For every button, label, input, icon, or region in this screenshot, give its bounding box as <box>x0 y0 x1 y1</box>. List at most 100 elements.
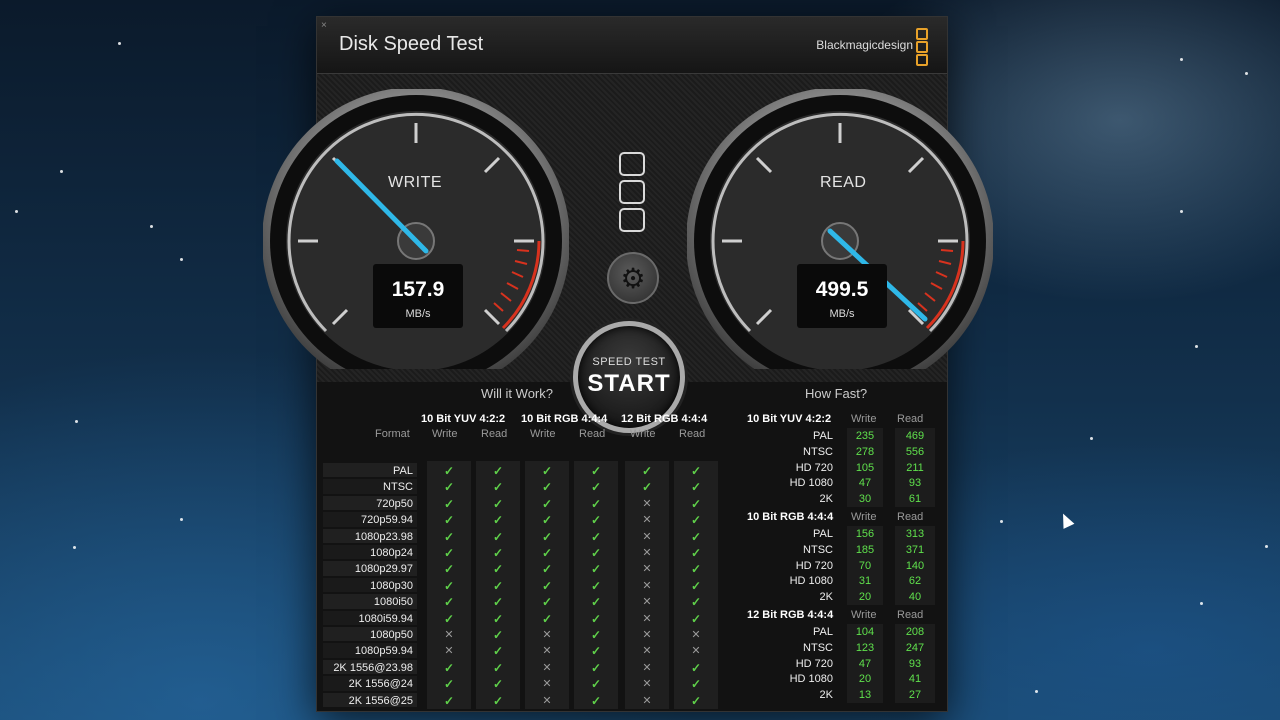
write-readout: 157.9 MB/s <box>373 264 463 328</box>
sub-column-header: Read <box>579 428 606 440</box>
cross-icon: ✕ <box>642 612 652 625</box>
check-icon: ✓ <box>492 480 504 495</box>
check-icon: ✓ <box>492 529 504 544</box>
format-row-label: 1080i50 <box>373 596 413 609</box>
cross-icon: ✕ <box>642 661 652 674</box>
write-fps-value: 20 <box>858 673 872 686</box>
star <box>180 258 183 261</box>
check-icon: ✓ <box>541 464 553 478</box>
format-row-label: 1080p50 <box>370 629 413 641</box>
check-icon: ✓ <box>541 496 553 511</box>
speed-row-label: HD 1080 <box>789 673 833 686</box>
sub-column-header: Write <box>630 428 656 440</box>
blackmagic-logo-icon <box>916 28 928 67</box>
check-icon: ✓ <box>541 578 553 593</box>
write-label: WRITE <box>388 174 443 191</box>
write-fps-value: 47 <box>858 477 872 490</box>
sub-column-header: Write <box>432 428 458 440</box>
star <box>150 225 153 228</box>
check-icon: ✓ <box>590 513 602 528</box>
check-icon: ✓ <box>492 513 504 528</box>
write-fps-value: 20 <box>858 591 872 604</box>
write-column-header: Write <box>851 511 877 523</box>
write-fps-value: 13 <box>858 689 872 702</box>
speed-row-label: HD 720 <box>795 657 833 670</box>
write-fps-value: 30 <box>858 493 872 506</box>
check-icon: ✓ <box>690 464 702 478</box>
check-icon: ✓ <box>443 480 455 495</box>
star <box>73 546 76 549</box>
check-icon: ✓ <box>492 578 504 593</box>
format-row-label: PAL <box>393 465 413 477</box>
check-icon: ✓ <box>541 595 553 610</box>
write-gauge: WRITE 157.9 MB/s <box>262 87 570 395</box>
cross-icon: ✕ <box>542 678 552 691</box>
cross-icon: ✕ <box>642 530 652 543</box>
check-icon: ✓ <box>690 578 702 593</box>
speed-group-header: 10 Bit YUV 4:2:2 <box>747 413 832 425</box>
check-icon: ✓ <box>690 660 702 675</box>
read-column-header: Read <box>897 609 924 621</box>
star <box>1180 58 1183 61</box>
star <box>1090 437 1093 440</box>
check-icon: ✓ <box>492 546 504 560</box>
settings-gear-icon[interactable]: ⚙ <box>607 252 659 304</box>
cross-icon: ✕ <box>444 629 454 641</box>
cross-icon: ✕ <box>691 629 701 641</box>
star <box>60 170 63 173</box>
start-button-caption: SPEED TEST <box>592 356 666 368</box>
check-icon: ✓ <box>492 660 504 675</box>
close-icon[interactable]: × <box>321 20 327 31</box>
title-bar[interactable]: × Disk Speed Test Blackmagicdesign <box>317 17 947 74</box>
read-fps-value: 208 <box>905 626 925 638</box>
write-fps-value: 70 <box>858 559 872 572</box>
read-fps-value: 93 <box>908 477 922 490</box>
check-icon: ✓ <box>641 464 653 478</box>
check-icon: ✓ <box>492 595 504 610</box>
read-column-header: Read <box>897 511 924 523</box>
format-row-label: 1080p30 <box>370 579 413 592</box>
disk-speed-test-window: × Disk Speed Test Blackmagicdesign WRITE… <box>262 16 994 712</box>
star <box>118 42 121 45</box>
check-icon: ✓ <box>492 677 504 692</box>
write-column-header: Write <box>851 609 877 621</box>
cross-icon: ✕ <box>542 694 552 707</box>
write-speed-value: 157.9 <box>391 278 445 301</box>
read-readout: 499.5 MB/s <box>797 264 887 328</box>
check-icon: ✓ <box>690 546 702 560</box>
format-row-label: 1080p24 <box>370 547 413 559</box>
read-fps-value: 40 <box>908 591 922 604</box>
speed-row-label: HD 1080 <box>789 477 833 490</box>
check-icon: ✓ <box>590 611 602 626</box>
read-fps-value: 27 <box>908 689 922 702</box>
write-fps-value: 104 <box>855 626 875 638</box>
how-fast-table: 10 Bit YUV 4:2:2 Write Read PAL 235 469 NTSC 27… <box>735 407 945 707</box>
check-icon: ✓ <box>590 529 602 544</box>
cross-icon: ✕ <box>642 497 652 510</box>
check-icon: ✓ <box>690 677 702 692</box>
check-icon: ✓ <box>541 611 553 626</box>
write-fps-value: 278 <box>855 445 875 458</box>
check-icon: ✓ <box>590 562 602 577</box>
speed-row-label: NTSC <box>803 445 833 458</box>
check-icon: ✓ <box>492 464 504 478</box>
format-row-label: 1080p59.94 <box>354 645 413 658</box>
format-row-label: 2K 1556@23.98 <box>333 661 413 674</box>
sub-column-header: Write <box>530 428 556 440</box>
speed-row-label: PAL <box>813 430 833 442</box>
check-icon: ✓ <box>443 546 455 560</box>
speed-group-header: 12 Bit RGB 4:4:4 <box>747 609 834 621</box>
check-icon: ✓ <box>541 529 553 544</box>
read-fps-value: 371 <box>905 543 925 556</box>
meter-panel: WRITE 157.9 MB/s READ 499.5 MB/s ⚙ SPEED… <box>262 74 994 433</box>
blackmagic-center-logo-icon <box>619 152 645 236</box>
read-fps-value: 140 <box>905 559 925 572</box>
read-fps-value: 211 <box>906 461 924 474</box>
start-button-label: START <box>587 370 671 397</box>
cross-icon: ✕ <box>642 547 652 559</box>
write-fps-value: 105 <box>855 461 875 474</box>
check-icon: ✓ <box>492 496 504 511</box>
check-icon: ✓ <box>443 513 455 528</box>
check-icon: ✓ <box>541 480 553 495</box>
read-gauge: READ 499.5 MB/s <box>686 87 994 395</box>
